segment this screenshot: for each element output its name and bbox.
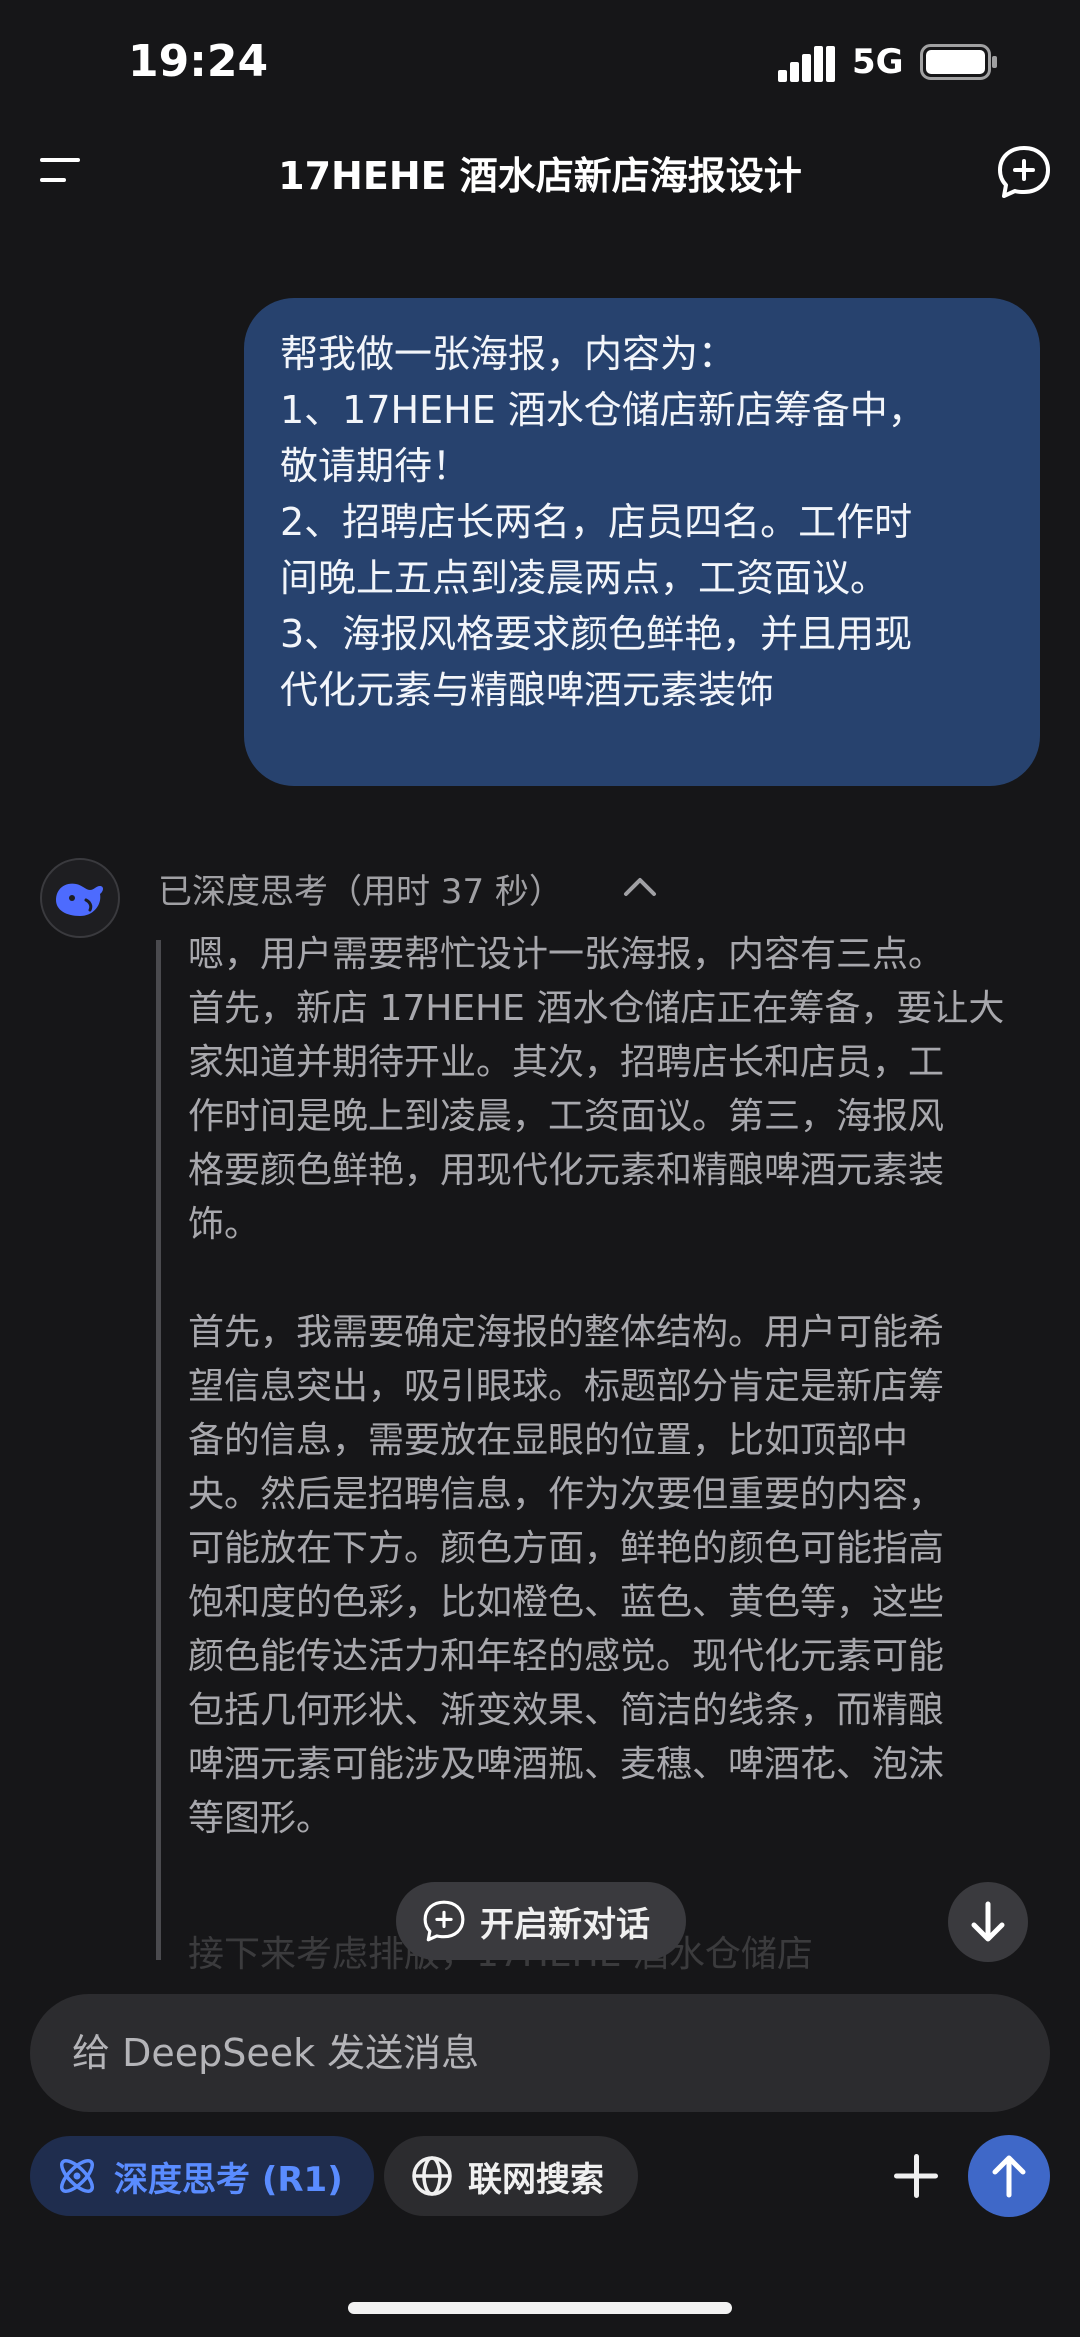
home-indicator xyxy=(348,2302,732,2314)
user-message-line: 敬请期待！ xyxy=(280,444,471,488)
new-chat-icon xyxy=(423,1900,465,1942)
new-dialog-label: 开启新对话 xyxy=(480,1904,650,1945)
status-time: 19:24 xyxy=(128,36,269,87)
user-message-line: 2、招聘店长两名，店员四名。工作时 xyxy=(280,500,913,544)
new-chat-icon[interactable] xyxy=(996,144,1052,200)
thinking-line: 可能放在下方。颜色方面，鲜艳的颜色可能指高 xyxy=(188,1528,945,1569)
chevron-up-icon[interactable] xyxy=(622,874,658,898)
user-message-line: 间晚上五点到凌晨两点，工资面议。 xyxy=(280,556,889,600)
battery-icon xyxy=(920,44,997,80)
thinking-line: 首先，新店 17HEHE 酒水仓储店正在筹备，要让大 xyxy=(188,988,1005,1029)
arrow-up-icon xyxy=(992,2155,1026,2198)
arrow-down-icon xyxy=(971,1901,1005,1942)
thinking-line: 饱和度的色彩，比如橙色、蓝色、黄色等，这些 xyxy=(188,1582,945,1623)
network-type: 5G xyxy=(852,42,904,82)
thinking-line: 等图形。 xyxy=(188,1798,333,1839)
scroll-down-button[interactable] xyxy=(948,1882,1028,1962)
signal-icon xyxy=(778,46,835,82)
thinking-line: 望信息突出，吸引眼球。标题部分肯定是新店筹 xyxy=(188,1366,945,1407)
thinking-line: 央。然后是招聘信息，作为次要但重要的内容， xyxy=(188,1474,945,1515)
thinking-line: 包括几何形状、渐变效果、简洁的线条，而精酿 xyxy=(188,1690,945,1731)
message-input[interactable] xyxy=(70,2020,974,2086)
thinking-line: 颜色能传达活力和年轻的感觉。现代化元素可能 xyxy=(188,1636,945,1677)
thinking-divider xyxy=(156,940,161,1960)
web-search-toggle[interactable]: 联网搜索 xyxy=(384,2136,638,2216)
thinking-content: 嗯，用户需要帮忙设计一张海报，内容有三点。 首先，新店 17HEHE 酒水仓储店… xyxy=(188,928,1048,1846)
globe-icon xyxy=(412,2156,452,2196)
thinking-line: 作时间是晚上到凌晨，工资面议。第三，海报风 xyxy=(188,1096,945,1137)
thinking-toggle[interactable]: 已深度思考（用时 37 秒） xyxy=(158,864,563,913)
atom-icon xyxy=(60,2159,94,2193)
web-search-label: 联网搜索 xyxy=(468,2159,604,2200)
thinking-line: 饰。 xyxy=(188,1204,261,1245)
user-message-line: 1、17HEHE 酒水仓储店新店筹备中， xyxy=(280,388,926,432)
thinking-line: 家知道并期待开业。其次，招聘店长和店员，工 xyxy=(188,1042,945,1083)
user-message-line: 3、海报风格要求颜色鲜艳，并且用现 xyxy=(280,612,913,656)
plus-icon[interactable] xyxy=(882,2142,950,2210)
thinking-line: 备的信息，需要放在显眼的位置，比如顶部中 xyxy=(188,1420,909,1461)
send-button[interactable] xyxy=(968,2135,1050,2217)
user-message-line: 帮我做一张海报，内容为： xyxy=(280,332,737,376)
user-message-line: 代化元素与精酿啤酒元素装饰 xyxy=(280,668,775,712)
thinking-line: 格要颜色鲜艳，用现代化元素和精酿啤酒元素装 xyxy=(188,1150,945,1191)
deepseek-avatar xyxy=(40,858,120,938)
deep-think-label: 深度思考 (R1) xyxy=(114,2159,343,2200)
deepseek-whale-icon xyxy=(56,883,103,916)
thinking-line: 嗯，用户需要帮忙设计一张海报，内容有三点。 xyxy=(188,934,945,975)
new-dialog-button[interactable]: 开启新对话 xyxy=(396,1882,686,1960)
user-message-bubble: 帮我做一张海报，内容为： 1、17HEHE 酒水仓储店新店筹备中， 敬请期待！ … xyxy=(244,298,1040,786)
thinking-line: 啤酒元素可能涉及啤酒瓶、麦穗、啤酒花、泡沫 xyxy=(188,1744,945,1785)
deep-think-toggle[interactable]: 深度思考 (R1) xyxy=(30,2136,374,2216)
chat-title: 17HEHE 酒水店新店海报设计 xyxy=(278,154,802,198)
thinking-line: 首先，我需要确定海报的整体结构。用户可能希 xyxy=(188,1312,945,1353)
